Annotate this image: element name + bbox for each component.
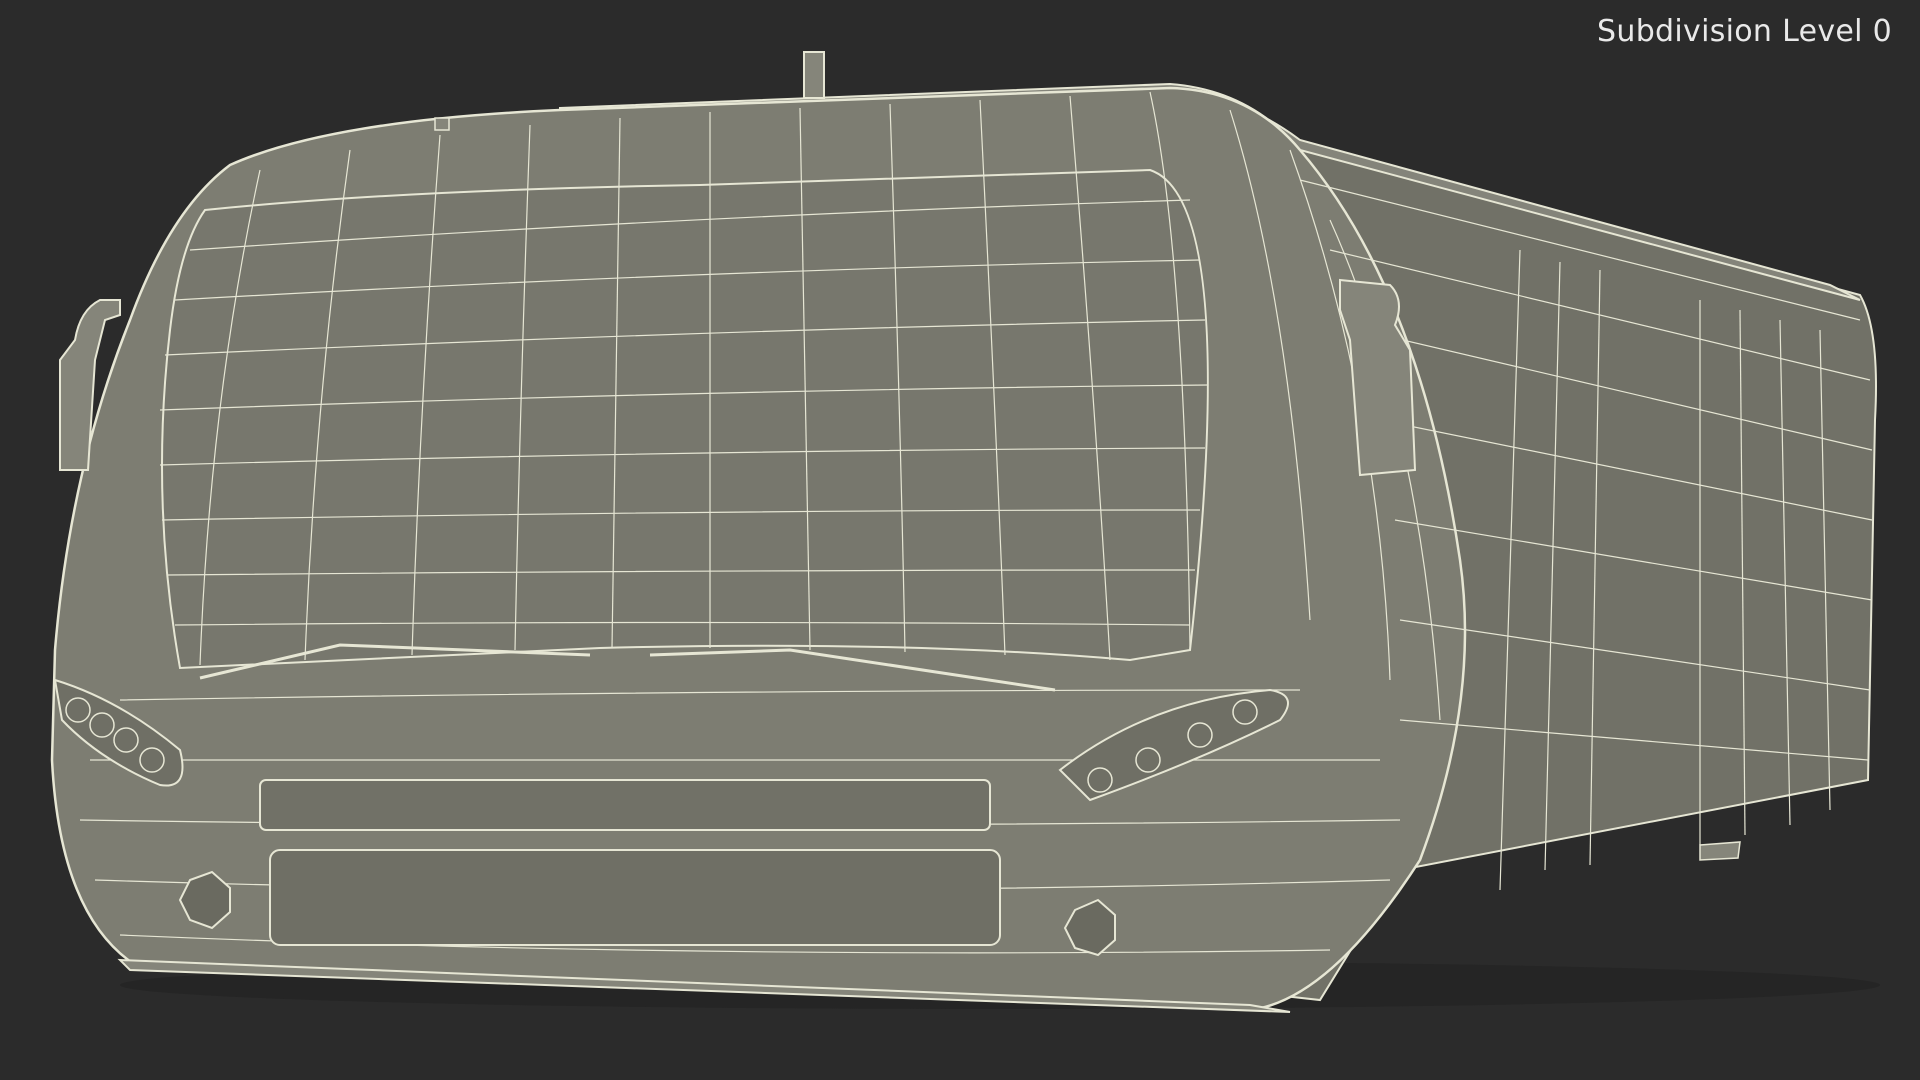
wheel-arch [1699,841,1741,861]
roof-sensor [434,117,450,131]
bus-wireframe-render [50,51,1880,1013]
roof-antenna [803,51,825,99]
subdivision-level-label: Subdivision Level 0 [1597,14,1892,49]
3d-viewport[interactable]: Subdivision Level 0 [0,0,1920,1080]
upper-grille [259,779,991,831]
lower-grille [269,849,1001,946]
windshield [161,168,1209,670]
